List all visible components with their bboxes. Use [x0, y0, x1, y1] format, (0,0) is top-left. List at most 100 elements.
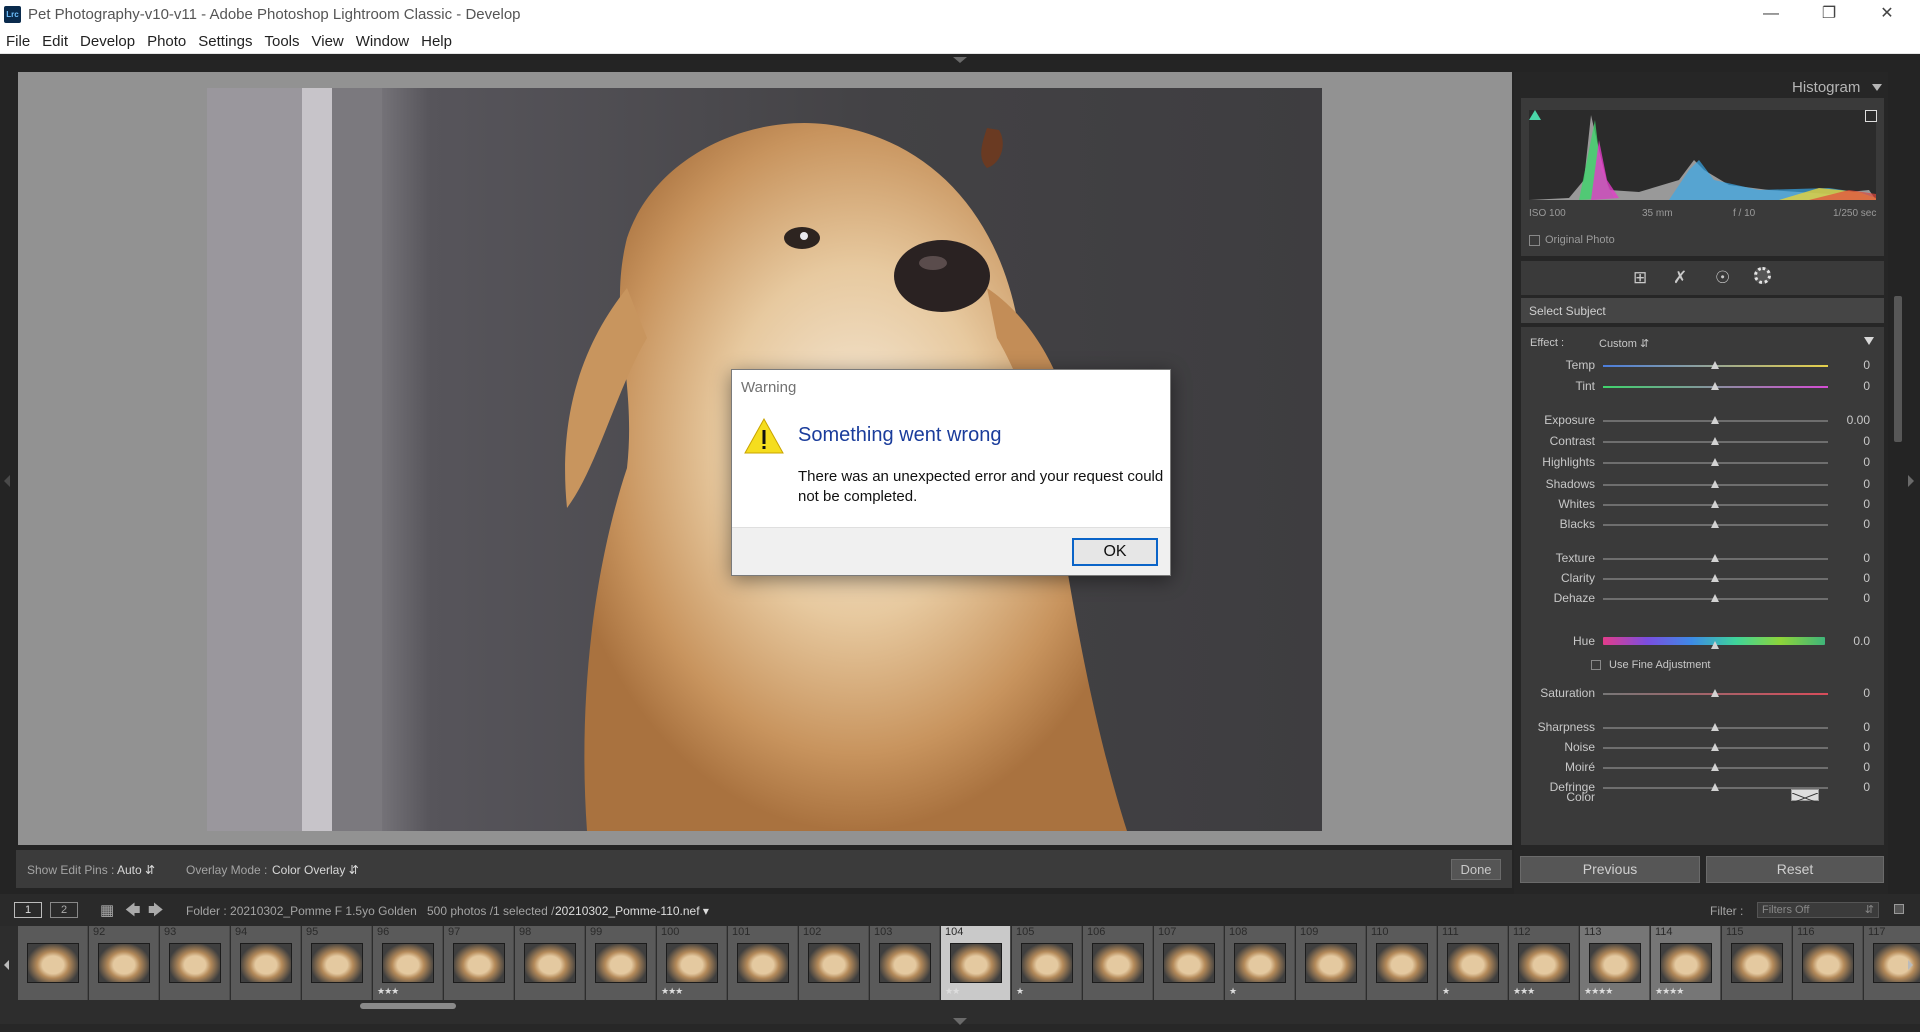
highlights-thumb[interactable] [1711, 458, 1719, 466]
blacks-value[interactable]: 0 [1830, 517, 1870, 531]
effect-preset-select[interactable]: Custom ⇵ [1599, 337, 1649, 350]
filmstrip-thumbnail[interactable] [18, 926, 88, 1000]
right-panel-scrollbar[interactable] [1894, 296, 1902, 442]
saturation-thumb[interactable] [1711, 689, 1719, 697]
exposure-thumb[interactable] [1711, 416, 1719, 424]
sharpness-value[interactable]: 0 [1830, 720, 1870, 734]
top-panel-toggle-icon[interactable] [953, 57, 967, 63]
healing-tool-icon[interactable]: ✗ [1673, 268, 1687, 288]
shadow-clipping-icon[interactable] [1529, 110, 1541, 120]
expand-triangle-icon[interactable] [1864, 337, 1874, 345]
filmstrip-thumbnail[interactable]: 93 [160, 926, 230, 1000]
histogram-panel[interactable]: ISO 100 35 mm f / 10 1/250 sec Original … [1521, 98, 1884, 256]
temp-value[interactable]: 0 [1830, 358, 1870, 372]
close-window-button[interactable]: ✕ [1864, 0, 1910, 29]
filmstrip-thumbnail[interactable]: 98 [515, 926, 585, 1000]
defringe-thumb[interactable] [1711, 783, 1719, 791]
filmstrip-thumbnail[interactable]: 116 [1793, 926, 1863, 1000]
whites-value[interactable]: 0 [1830, 497, 1870, 511]
tint-value[interactable]: 0 [1830, 379, 1870, 393]
folder-path[interactable]: Folder : 20210302_Pomme F 1.5yo Golden [186, 904, 417, 918]
filmstrip-thumbnail[interactable]: 101 [728, 926, 798, 1000]
done-button[interactable]: Done [1451, 859, 1501, 880]
back-arrow-icon[interactable]: 🡄 [125, 900, 141, 925]
shadows-thumb[interactable] [1711, 480, 1719, 488]
filmstrip-thumbnail[interactable]: 115 [1722, 926, 1792, 1000]
crop-tool-icon[interactable]: ⊞ [1633, 268, 1647, 288]
filmstrip-scrollbar[interactable] [360, 1003, 456, 1009]
forward-arrow-icon[interactable]: 🡆 [148, 900, 164, 925]
masking-tool-icon[interactable] [1754, 267, 1771, 284]
filmstrip-left-arrow-icon[interactable] [4, 960, 9, 970]
dehaze-value[interactable]: 0 [1830, 591, 1870, 605]
filmstrip-thumbnail[interactable]: 113 ★★★★ [1580, 926, 1650, 1000]
filmstrip-thumbnail[interactable]: 114 ★★★★ [1651, 926, 1721, 1000]
filmstrip-thumbnail[interactable]: 109 [1296, 926, 1366, 1000]
tint-thumb[interactable] [1711, 382, 1719, 390]
menu-view[interactable]: View [306, 29, 350, 54]
highlight-clipping-icon[interactable] [1865, 110, 1877, 122]
screen-1-button[interactable]: 1 [14, 902, 42, 918]
menu-window[interactable]: Window [350, 29, 415, 54]
minimize-button[interactable]: — [1748, 0, 1794, 29]
highlights-value[interactable]: 0 [1830, 455, 1870, 469]
red-eye-tool-icon[interactable]: ☉ [1715, 268, 1730, 288]
moir-thumb[interactable] [1711, 763, 1719, 771]
selected-filename[interactable]: 20210302_Pomme-110.nef ▾ [555, 904, 709, 918]
filmstrip-thumbnail[interactable]: 105 ★ [1012, 926, 1082, 1000]
clarity-thumb[interactable] [1711, 574, 1719, 582]
left-panel-toggle-icon[interactable] [4, 475, 10, 487]
contrast-thumb[interactable] [1711, 437, 1719, 445]
clarity-value[interactable]: 0 [1830, 571, 1870, 585]
temp-thumb[interactable] [1711, 361, 1719, 369]
color-swatch[interactable] [1791, 789, 1819, 804]
filmstrip-thumbnail[interactable]: 100 ★★★ [657, 926, 727, 1000]
reset-button[interactable]: Reset [1706, 856, 1884, 883]
filmstrip-thumbnail[interactable]: 99 [586, 926, 656, 1000]
filmstrip-thumbnail[interactable]: 97 [444, 926, 514, 1000]
texture-thumb[interactable] [1711, 554, 1719, 562]
menu-help[interactable]: Help [415, 29, 458, 54]
noise-thumb[interactable] [1711, 743, 1719, 751]
contrast-value[interactable]: 0 [1830, 434, 1870, 448]
bottom-panel-toggle-icon[interactable] [953, 1018, 967, 1025]
menu-edit[interactable]: Edit [36, 29, 74, 54]
dehaze-thumb[interactable] [1711, 594, 1719, 602]
grid-view-icon[interactable]: ▦ [100, 901, 114, 919]
texture-value[interactable]: 0 [1830, 551, 1870, 565]
filter-select[interactable]: Filters Off ⇵ [1757, 902, 1879, 918]
fine-adjustment-checkbox[interactable] [1591, 660, 1601, 670]
ok-button[interactable]: OK [1072, 538, 1158, 566]
original-photo-checkbox[interactable] [1529, 235, 1540, 246]
menu-develop[interactable]: Develop [74, 29, 141, 54]
right-panel-toggle-icon[interactable] [1908, 475, 1914, 487]
menu-file[interactable]: File [0, 29, 36, 54]
filmstrip-thumbnail[interactable]: 106 [1083, 926, 1153, 1000]
menu-settings[interactable]: Settings [192, 29, 258, 54]
hue-thumb[interactable] [1711, 641, 1719, 649]
blacks-thumb[interactable] [1711, 520, 1719, 528]
menu-tools[interactable]: Tools [258, 29, 305, 54]
filmstrip-thumbnail[interactable]: 95 [302, 926, 372, 1000]
previous-button[interactable]: Previous [1520, 856, 1700, 883]
shadows-value[interactable]: 0 [1830, 477, 1870, 491]
filmstrip-thumbnail[interactable]: 110 [1367, 926, 1437, 1000]
overlay-mode-select[interactable]: Color Overlay ⇵ [272, 863, 359, 877]
filmstrip-thumbnail[interactable]: 96 ★★★ [373, 926, 443, 1000]
filmstrip-thumbnail[interactable]: 102 [799, 926, 869, 1000]
noise-value[interactable]: 0 [1830, 740, 1870, 754]
filter-lock-icon[interactable] [1894, 904, 1904, 914]
restore-button[interactable]: ❐ [1806, 0, 1852, 29]
filmstrip-right-arrow-icon[interactable] [1908, 960, 1913, 970]
show-edit-pins-select[interactable]: Auto ⇵ [117, 863, 155, 877]
sharpness-thumb[interactable] [1711, 723, 1719, 731]
filmstrip-thumbnail[interactable]: 111 ★ [1438, 926, 1508, 1000]
histogram-title[interactable]: Histogram [1792, 79, 1860, 96]
filmstrip-thumbnail[interactable]: 108 ★ [1225, 926, 1295, 1000]
hue-value[interactable]: 0.0 [1830, 634, 1870, 648]
exposure-value[interactable]: 0.00 [1830, 413, 1870, 427]
filmstrip-thumbnail[interactable]: 94 [231, 926, 301, 1000]
screen-2-button[interactable]: 2 [50, 902, 78, 918]
whites-thumb[interactable] [1711, 500, 1719, 508]
menu-photo[interactable]: Photo [141, 29, 192, 54]
